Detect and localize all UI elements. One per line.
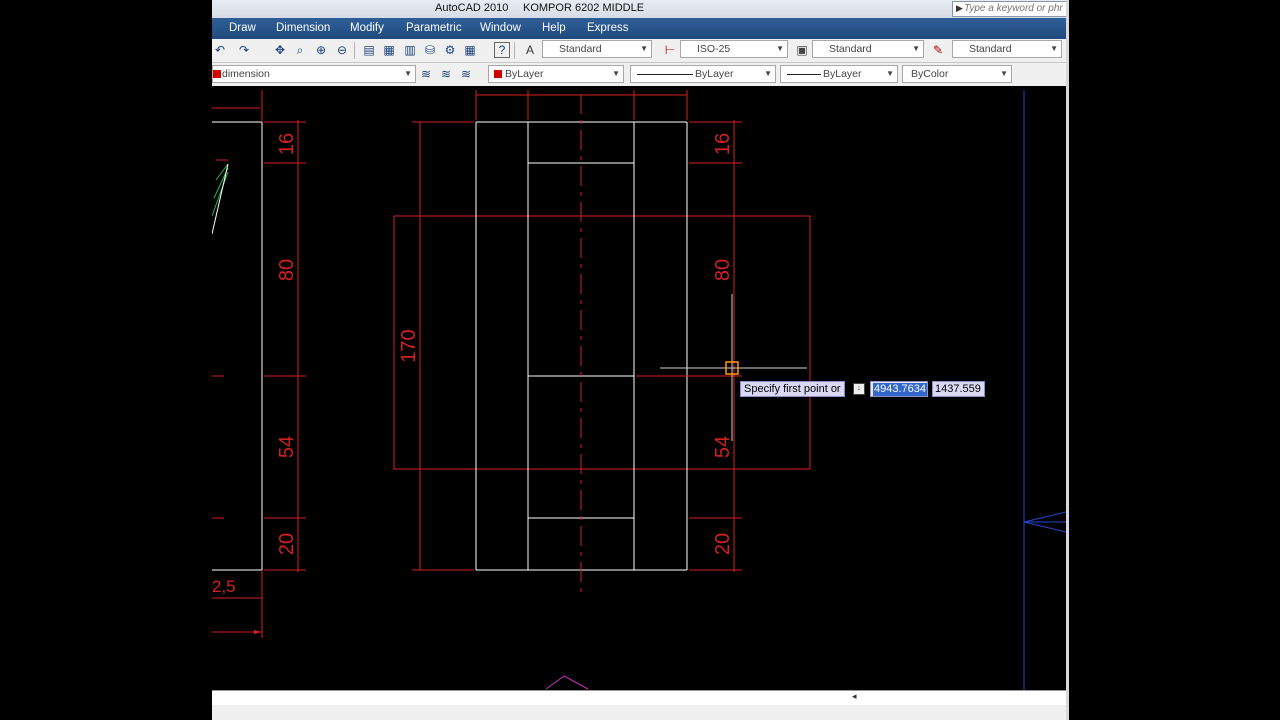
dynamic-input-x-value: 4943.7634 xyxy=(873,383,927,396)
help-search-input[interactable] xyxy=(964,2,1068,15)
drawing-area[interactable]: 16 80 54 20 170 16 80 54 20 2,5 Specify … xyxy=(212,86,1068,690)
color-swatch xyxy=(494,70,502,78)
file-title: KOMPOR 6202 MIDDLE xyxy=(523,2,645,14)
help-icon[interactable]: ? xyxy=(494,42,510,58)
layer-color-swatch xyxy=(213,70,221,78)
command-line[interactable]: ◂ xyxy=(212,690,1068,705)
outer-profile-rect xyxy=(393,215,811,470)
hatch-line xyxy=(212,171,229,217)
layer-previous-icon[interactable]: ≋ xyxy=(438,66,454,82)
dynamic-input-y-value: 1437.559 xyxy=(935,383,981,395)
chevron-down-icon: ▼ xyxy=(764,69,772,78)
title-bar: AutoCAD 2010 KOMPOR 6202 MIDDLE ▶ xyxy=(212,0,1068,18)
menu-help[interactable]: Help xyxy=(542,22,566,34)
tool-palettes-icon[interactable]: ▥ xyxy=(402,42,418,58)
markup-icon[interactable]: ⚙ xyxy=(442,42,458,58)
search-expand-icon[interactable]: ▶ xyxy=(956,3,963,14)
blue-arrow-stroke xyxy=(1023,521,1067,533)
menu-dimension[interactable]: Dimension xyxy=(276,22,330,34)
linetype-preview xyxy=(637,74,693,75)
command-prompt-text: Specify first point or xyxy=(744,383,841,395)
chevron-down-icon: ▼ xyxy=(886,69,894,78)
color-select[interactable]: ByLayer ▼ xyxy=(488,65,624,83)
left-dim-text: 54 xyxy=(276,436,298,458)
linetype-select[interactable]: ByLayer ▼ xyxy=(630,65,776,83)
right-dim-text: 80 xyxy=(712,259,734,281)
text-style-icon[interactable]: A xyxy=(522,42,538,58)
dim-style-icon[interactable]: ⊢ xyxy=(662,42,678,58)
lineweight-preview xyxy=(787,74,821,75)
command-prompt-tooltip: Specify first point or xyxy=(740,381,845,397)
make-current-layer-icon[interactable]: ≋ xyxy=(418,66,434,82)
chevron-down-icon: ▼ xyxy=(1000,69,1008,78)
menu-window[interactable]: Window xyxy=(480,22,521,34)
menu-parametric[interactable]: Parametric xyxy=(406,22,462,34)
pan-icon[interactable]: ✥ xyxy=(272,42,288,58)
zoom-window-icon[interactable]: ⊕ xyxy=(313,42,329,58)
redo-icon[interactable]: ↷ xyxy=(236,42,252,58)
standard-toolbar: ↶ ↷ ✥ ⌕ ⊕ ⊖ ▤ ▦ ▥ ⛁ ⚙ ▦ ? A Standard ▼ ⊢… xyxy=(212,39,1068,63)
menu-express[interactable]: Express xyxy=(587,22,629,34)
text-style-select[interactable]: Standard ▼ xyxy=(542,40,652,58)
left-dim-chain xyxy=(264,120,306,572)
status-area xyxy=(212,705,1068,720)
left-part xyxy=(212,90,263,638)
chevron-down-icon: ▼ xyxy=(612,69,620,78)
left-dim-text: 80 xyxy=(276,259,298,281)
left-dim-text: 16 xyxy=(276,133,298,155)
chevron-down-icon: ▼ xyxy=(1050,44,1058,53)
plot-style-select[interactable]: ByColor ▼ xyxy=(902,65,1012,83)
multileader-style-select[interactable]: Standard ▼ xyxy=(952,40,1062,58)
blue-arrow-stroke xyxy=(1023,511,1067,523)
toolbar-separator xyxy=(514,42,515,59)
right-dim-text: 20 xyxy=(712,533,734,555)
right-dim-text: 16 xyxy=(712,133,734,155)
right-dim-text: 54 xyxy=(712,436,734,458)
scroll-left-arrow-icon[interactable]: ◂ xyxy=(852,691,857,702)
window-edge xyxy=(1066,0,1069,720)
height-dim-text: 170 xyxy=(398,329,420,362)
chevron-down-icon: ▼ xyxy=(404,69,412,78)
dynamic-input-y[interactable]: 1437.559 xyxy=(932,381,985,397)
chevron-down-icon: ▼ xyxy=(640,44,648,53)
menu-bar: Draw Dimension Modify Parametric Window … xyxy=(212,18,1068,39)
design-center-icon[interactable]: ▦ xyxy=(381,42,397,58)
options-down-arrow-icon[interactable]: ↓ xyxy=(853,383,865,395)
menu-modify[interactable]: Modify xyxy=(350,22,384,34)
table-style-icon[interactable]: ▣ xyxy=(794,42,810,58)
app-title: AutoCAD 2010 xyxy=(435,2,509,14)
dynamic-input-x[interactable]: 4943.7634 xyxy=(870,381,928,397)
chevron-down-icon: ▼ xyxy=(912,44,920,53)
undo-icon[interactable]: ↶ xyxy=(212,42,228,58)
table-style-select[interactable]: Standard ▼ xyxy=(812,40,924,58)
dim-arrow xyxy=(254,630,262,634)
menu-draw[interactable]: Draw xyxy=(229,22,256,34)
multileader-style-icon[interactable]: ✎ xyxy=(930,42,946,58)
blue-arrow-mark xyxy=(1023,511,1067,533)
layers-properties-toolbar: dimension ▼ ≋ ≋ ≋ ByLayer ▼ ByLayer ▼ By… xyxy=(212,63,1068,87)
bottom-dim-text: 2,5 xyxy=(212,577,236,596)
properties-icon[interactable]: ▤ xyxy=(361,42,377,58)
dimension-texts: 16 80 54 20 170 16 80 54 20 2,5 xyxy=(212,133,734,596)
layer-select[interactable]: dimension ▼ xyxy=(212,65,416,83)
autocad-window: AutoCAD 2010 KOMPOR 6202 MIDDLE ▶ Draw D… xyxy=(212,0,1068,720)
toolbar-separator xyxy=(354,42,355,59)
sheet-set-icon[interactable]: ⛁ xyxy=(422,42,438,58)
center-part xyxy=(393,90,811,598)
dim-style-select[interactable]: ISO-25 ▼ xyxy=(680,40,788,58)
lineweight-select[interactable]: ByLayer ▼ xyxy=(780,65,898,83)
left-dim-text: 20 xyxy=(276,533,298,555)
quickcalc-icon[interactable]: ▦ xyxy=(462,42,478,58)
zoom-realtime-icon[interactable]: ⌕ xyxy=(292,42,308,58)
chevron-down-icon: ▼ xyxy=(776,44,784,53)
layer-states-icon[interactable]: ≋ xyxy=(458,66,474,82)
zoom-previous-icon[interactable]: ⊖ xyxy=(334,42,350,58)
magenta-marker xyxy=(545,675,589,690)
